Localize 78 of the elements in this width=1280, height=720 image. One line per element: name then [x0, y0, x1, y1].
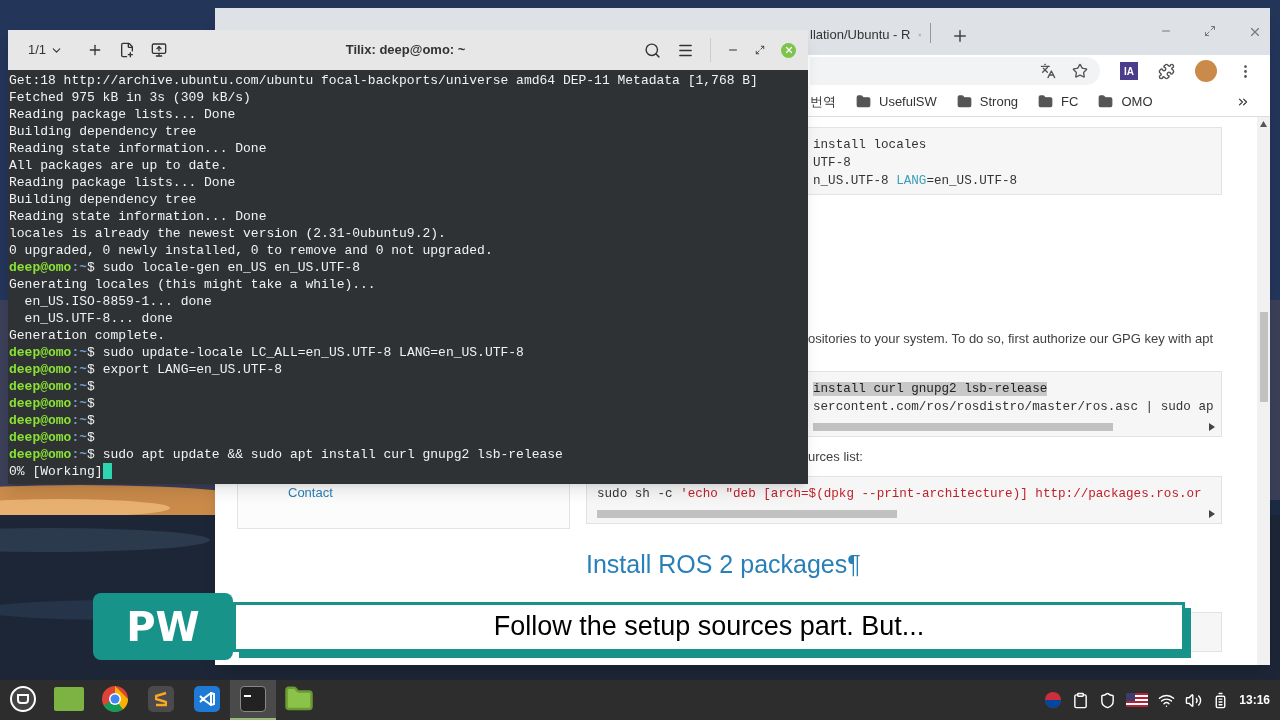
maximize-icon[interactable]: [1204, 25, 1216, 37]
paragraph: urces list:: [808, 447, 863, 466]
scroll-right-icon[interactable]: [1209, 510, 1215, 518]
bookmark[interactable]: OMO: [1098, 91, 1153, 112]
close-icon[interactable]: [1248, 25, 1262, 39]
scrollbar-thumb[interactable]: [813, 422, 1113, 431]
divider: [930, 23, 931, 43]
translate-icon[interactable]: [1040, 63, 1056, 79]
horizontal-scrollbar[interactable]: [597, 509, 1215, 519]
terminal-line: en_US.UTF-8... done: [23, 310, 173, 327]
folder-icon: [1038, 94, 1054, 109]
terminal-line: deep@omo:~$ sudo apt update && sudo apt install curl gnupg2 lsb-release: [9, 446, 564, 463]
shield-icon[interactable]: [1099, 691, 1117, 709]
window-title: Tilix: deep@omo: ~: [345, 41, 466, 60]
search-icon[interactable]: [644, 41, 661, 59]
section-heading: Install ROS 2 packages¶: [586, 549, 861, 580]
terminal-line: Generation complete.: [9, 327, 166, 344]
terminal-line: Reading state information... Done: [9, 140, 267, 157]
horizontal-scrollbar[interactable]: [813, 421, 1215, 432]
code-line: sudo sh -c 'echo "deb [arch=$(dpkg --print-architecture)] http://packages.ros.or: [597, 486, 1202, 503]
avatar-icon[interactable]: [1195, 60, 1217, 82]
volume-icon[interactable]: [1185, 691, 1203, 709]
extensions-icon[interactable]: [1158, 62, 1175, 80]
folder-icon: [1098, 94, 1114, 109]
terminal-line: Building dependency tree: [9, 123, 197, 140]
code-line: UTF-8: [813, 155, 851, 172]
terminal-icon[interactable]: [240, 686, 266, 712]
extension-icon[interactable]: IA: [1120, 62, 1138, 80]
terminal-line: deep@omo:~$ sudo locale-gen en_US en_US.UTF-8: [9, 259, 362, 276]
terminal-line: Fetched 975 kB in 3s (309 kB/s): [9, 89, 251, 106]
menu-logo-icon[interactable]: [10, 686, 36, 712]
sidebar-link[interactable]: Contact: [288, 486, 333, 500]
code-line: sercontent.com/ros/rosdistro/master/ros.asc | sudo ap: [813, 398, 1214, 416]
code-line: n_US.UTF-8 LANG=en_US.UTF-8: [813, 173, 1018, 190]
paragraph: ositories to your system. To do so, first authorize our GPG key with apt: [808, 330, 1214, 348]
vertical-scrollbar[interactable]: [1257, 117, 1270, 665]
input-method-icon[interactable]: [1044, 691, 1063, 709]
maximize-icon[interactable]: [755, 45, 765, 55]
terminal-line: deep@omo:~$: [9, 395, 96, 412]
bookmark-star-icon[interactable]: [1072, 63, 1088, 79]
code-editor-icon[interactable]: [194, 686, 220, 712]
terminal-line: Generating locales (this might take a while)...: [9, 276, 376, 293]
terminal-line: deep@omo:~$: [9, 412, 96, 429]
terminal-line: 0% [Working]: [9, 463, 103, 480]
folder-icon: [956, 94, 972, 109]
terminal-line: Reading package lists... Done: [9, 174, 236, 191]
scroll-right-icon[interactable]: [1209, 422, 1215, 431]
terminal-line: deep@omo:~$: [9, 378, 96, 395]
terminal-line: All packages are up to date.: [9, 157, 228, 174]
bookmark[interactable]: 번역: [810, 91, 836, 112]
scroll-up-icon[interactable]: [1260, 121, 1267, 127]
terminal-line: deep@omo:~$ export LANG=en_US.UTF-8: [9, 361, 284, 378]
terminal-line: Get:18 http://archive.ubuntu.com/ubuntu focal-backports/universe amd64 DEP-11 Metadata [1,768 B]: [9, 72, 758, 89]
clipboard-icon[interactable]: [1072, 691, 1090, 709]
taskbar-item[interactable]: [230, 680, 276, 720]
folder-icon: [856, 94, 871, 109]
terminal-line: locales is already the newest version (2.31-0ubuntu9.2).: [9, 225, 446, 242]
new-tab-icon[interactable]: [951, 27, 969, 45]
terminal-line: Reading state information... Done: [9, 208, 267, 225]
terminal-line: 0 upgraded, 0 newly installed, 0 to remove and 0 not upgraded.: [9, 242, 493, 259]
browser-tab[interactable]: llation/Ubuntu - R: [810, 15, 930, 55]
session-switcher[interactable]: 1/1: [20, 40, 72, 60]
terminal-line: en_US.ISO-8859-1... done: [23, 293, 212, 310]
flag-icon[interactable]: [1126, 693, 1149, 707]
bookmark[interactable]: FC: [1038, 91, 1079, 112]
bookmark[interactable]: UsefulSW: [856, 91, 937, 112]
terminal-line: Building dependency tree: [9, 191, 197, 208]
clock[interactable]: 13:16: [1239, 691, 1270, 709]
scrollbar-thumb[interactable]: [597, 510, 897, 518]
scrollbar-thumb[interactable]: [1259, 312, 1268, 402]
code-line: install locales: [813, 137, 927, 154]
logo-badge: PW: [93, 593, 233, 660]
bookmark[interactable]: Strong: [956, 91, 1019, 112]
terminal-line: Reading package lists... Done: [9, 106, 236, 123]
terminal-line: deep@omo:~$ sudo update-locale LC_ALL=en_US.UTF-8 LANG=en_US.UTF-8: [9, 344, 525, 361]
editor-icon[interactable]: [148, 686, 174, 712]
browser-icon[interactable]: [101, 685, 129, 713]
terminal-line: deep@omo:~$: [9, 429, 96, 446]
